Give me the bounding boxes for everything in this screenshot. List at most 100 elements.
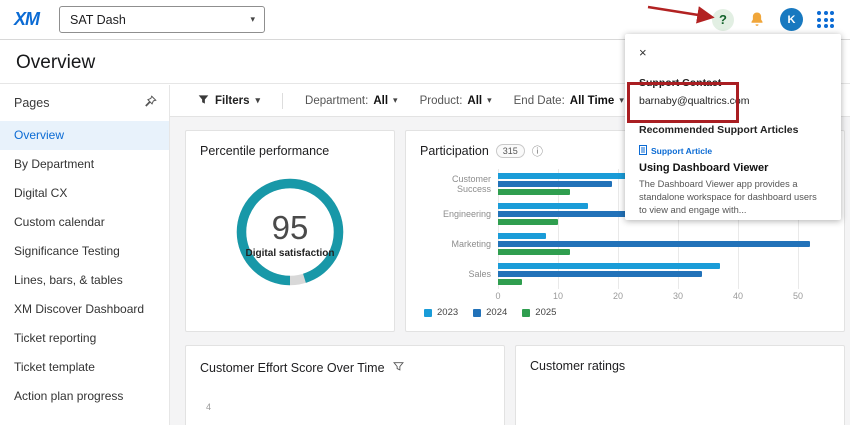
bar-2023-engineering[interactable]	[498, 203, 588, 209]
legend-swatch	[473, 309, 481, 317]
category-label: Customer Success	[416, 169, 498, 199]
product-filter-value: All	[467, 95, 482, 107]
percentile-performance-card: Percentile performance 95 Digital satisf…	[185, 130, 395, 332]
help-button[interactable]: ?	[712, 9, 734, 31]
category-label: Engineering	[416, 199, 498, 229]
sidebar-item-action-plan-progress[interactable]: Action plan progress	[0, 382, 169, 411]
sidebar-item-xm-discover-dashboard[interactable]: XM Discover Dashboard	[0, 295, 169, 324]
legend-label: 2023	[437, 307, 458, 318]
chevron-down-icon: ▾	[256, 96, 261, 105]
support-articles-heading: Recommended Support Articles	[639, 124, 827, 136]
count-badge: 315	[496, 144, 525, 158]
avatar[interactable]: K	[780, 8, 803, 31]
apps-grid-icon[interactable]	[817, 11, 834, 28]
support-contact-email[interactable]: barnaby@qualtrics.com	[639, 95, 827, 107]
support-article-title[interactable]: Using Dashboard Viewer	[639, 162, 827, 174]
chart-legend: 2023 2024 2025	[424, 307, 844, 318]
card-title: Customer Effort Score Over Time	[200, 361, 385, 375]
y-tick-label: 4	[206, 402, 211, 412]
topbar-actions: ? K	[712, 8, 850, 31]
close-icon[interactable]: ×	[639, 46, 653, 59]
sidebar-header-label: Pages	[14, 96, 49, 110]
document-icon	[639, 145, 647, 157]
divider	[282, 93, 283, 109]
support-article-badge: Support Article	[639, 145, 827, 157]
bar-group-sales	[498, 259, 828, 289]
bar-2025-marketing[interactable]	[498, 249, 570, 255]
end-date-filter-value: All Time	[570, 95, 615, 107]
donut-caption: Digital satisfaction	[246, 248, 335, 259]
donut-value: 95	[272, 211, 309, 244]
bar-2024-marketing[interactable]	[498, 241, 810, 247]
end-date-filter[interactable]: End Date: All Time ▾	[514, 95, 624, 107]
card-header: Customer Effort Score Over Time	[200, 359, 490, 377]
bar-2024-engineering[interactable]	[498, 211, 630, 217]
app-window: XM SAT Dash ▾ ? K Overview Pages	[0, 0, 850, 425]
bar-group-marketing	[498, 229, 828, 259]
card-title: Percentile performance	[200, 144, 380, 158]
bar-2025-customer-success[interactable]	[498, 189, 570, 195]
product-filter[interactable]: Product: All ▾	[420, 95, 492, 107]
chevron-down-icon: ▾	[250, 15, 255, 24]
legend-item-2024: 2024	[473, 307, 507, 318]
customer-effort-score-card: Customer Effort Score Over Time 4	[185, 345, 505, 425]
customer-ratings-card: Customer ratings	[515, 345, 845, 425]
bar-2025-engineering[interactable]	[498, 219, 558, 225]
department-filter-label: Department:	[305, 95, 368, 107]
product-filter-label: Product:	[420, 95, 463, 107]
xm-logo: XM	[14, 9, 39, 30]
filters-button-label: Filters	[215, 95, 250, 107]
support-article-description: The Dashboard Viewer app provides a stan…	[639, 178, 827, 217]
x-axis-ticks: 01020304050	[498, 289, 828, 302]
card-title: Customer ratings	[530, 359, 830, 373]
notifications-bell-icon[interactable]	[748, 11, 766, 29]
bar-2025-sales[interactable]	[498, 279, 522, 285]
pages-sidebar: Pages Overview By Department Digital CX …	[0, 85, 170, 425]
sidebar-item-by-department[interactable]: By Department	[0, 150, 169, 179]
filters-button[interactable]: Filters ▾	[198, 94, 260, 108]
category-labels: Customer SuccessEngineeringMarketingSale…	[416, 169, 498, 289]
legend-item-2025: 2025	[522, 307, 556, 318]
chevron-down-icon: ▾	[619, 96, 624, 105]
sidebar-item-lines-bars-tables[interactable]: Lines, bars, & tables	[0, 266, 169, 295]
funnel-icon[interactable]	[393, 359, 404, 377]
x-tick-label: 10	[553, 291, 563, 301]
dashboard-selector[interactable]: SAT Dash ▾	[59, 6, 265, 33]
chevron-down-icon: ▾	[393, 96, 398, 105]
chevron-down-icon: ▾	[487, 96, 492, 105]
sidebar-item-overview[interactable]: Overview	[0, 121, 169, 150]
sidebar-item-ticket-template[interactable]: Ticket template	[0, 353, 169, 382]
sidebar-item-custom-calendar[interactable]: Custom calendar	[0, 208, 169, 237]
legend-item-2023: 2023	[424, 307, 458, 318]
sidebar-nav: Overview By Department Digital CX Custom…	[0, 121, 169, 411]
bar-2023-sales[interactable]	[498, 263, 720, 269]
support-article-badge-label: Support Article	[651, 146, 712, 156]
sidebar-item-digital-cx[interactable]: Digital CX	[0, 179, 169, 208]
unpin-icon[interactable]	[144, 95, 157, 111]
card-title: Participation	[420, 144, 489, 158]
bar-2023-customer-success[interactable]	[498, 173, 630, 179]
legend-swatch	[424, 309, 432, 317]
legend-label: 2024	[486, 307, 507, 318]
category-label: Marketing	[416, 229, 498, 259]
x-tick-label: 0	[495, 291, 500, 301]
sidebar-header: Pages	[0, 85, 169, 121]
bar-2024-customer-success[interactable]	[498, 181, 612, 187]
category-label: Sales	[416, 259, 498, 289]
sidebar-item-ticket-reporting[interactable]: Ticket reporting	[0, 324, 169, 353]
donut-gauge: 95 Digital satisfaction	[232, 174, 348, 295]
donut-center: 95 Digital satisfaction	[232, 174, 348, 295]
support-contact-heading: Support Contact	[639, 77, 827, 89]
department-filter[interactable]: Department: All ▾	[305, 95, 398, 107]
bar-2023-marketing[interactable]	[498, 233, 546, 239]
info-icon[interactable]: ⓘ	[532, 143, 543, 159]
funnel-icon	[198, 94, 209, 108]
end-date-filter-label: End Date:	[514, 95, 565, 107]
dashboard-selector-value: SAT Dash	[70, 13, 126, 27]
x-tick-label: 50	[793, 291, 803, 301]
x-tick-label: 20	[613, 291, 623, 301]
bar-2024-sales[interactable]	[498, 271, 702, 277]
legend-label: 2025	[535, 307, 556, 318]
support-popover: × Support Contact barnaby@qualtrics.com …	[625, 34, 841, 220]
sidebar-item-significance-testing[interactable]: Significance Testing	[0, 237, 169, 266]
